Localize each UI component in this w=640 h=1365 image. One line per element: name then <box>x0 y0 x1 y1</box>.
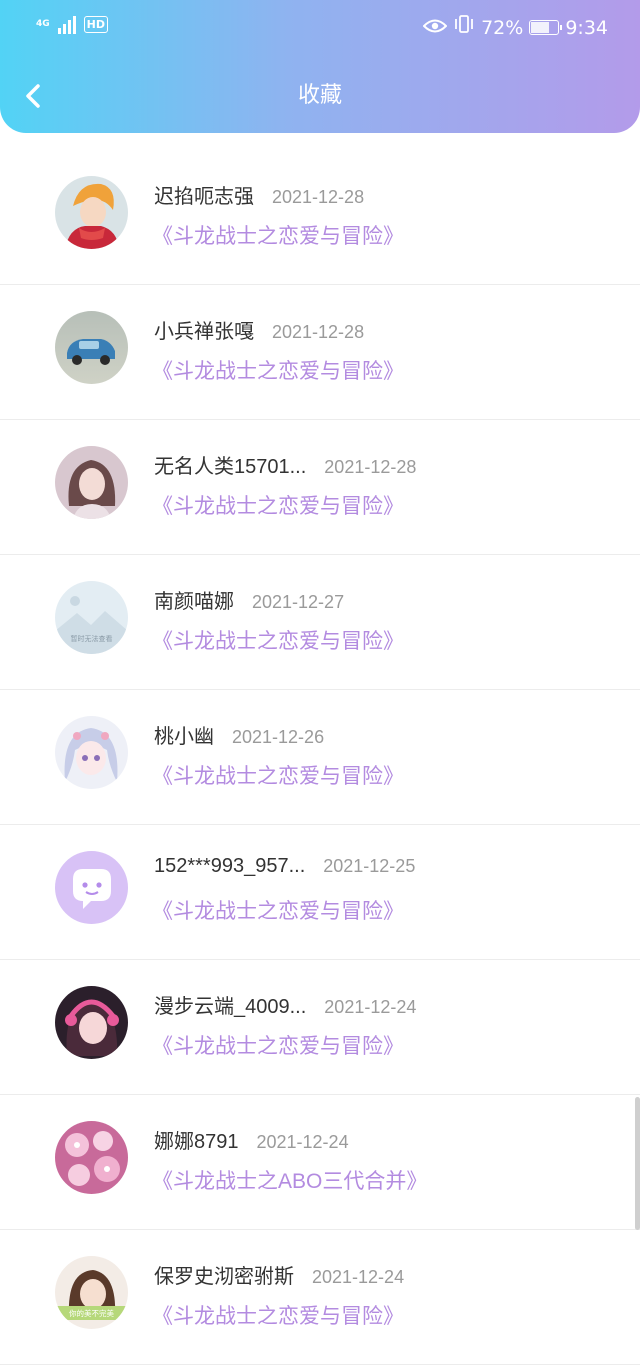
user-name[interactable]: 迟掐呃志强 <box>154 180 254 209</box>
headphone-girl-avatar-icon <box>55 986 128 1059</box>
list-item[interactable]: 桃小幽 2021-12-26 《斗龙战士之恋爱与冒险》 <box>0 690 640 825</box>
toy-car-avatar-icon <box>55 311 128 384</box>
scrollbar[interactable] <box>635 1097 640 1230</box>
list-item[interactable]: 娜娜8791 2021-12-24 《斗龙战士之ABO三代合并》 <box>0 1095 640 1230</box>
user-name[interactable]: 152***993_957... <box>154 855 305 878</box>
default-chat-avatar-icon <box>55 851 128 924</box>
item-meta: 迟掐呃志强 2021-12-28 <box>154 180 364 209</box>
network-type: 4G <box>36 19 50 29</box>
user-avatar[interactable] <box>55 311 128 384</box>
user-avatar[interactable] <box>55 176 128 249</box>
user-avatar[interactable] <box>55 986 128 1059</box>
list-item[interactable]: 迟掐呃志强 2021-12-28 《斗龙战士之恋爱与冒险》 <box>0 150 640 285</box>
user-name[interactable]: 保罗史沏密驸斯 <box>154 1260 294 1289</box>
item-meta: 152***993_957... 2021-12-25 <box>154 855 415 878</box>
placeholder-avatar-icon: 暂时无法查看 <box>55 581 128 654</box>
battery-percent: 72% <box>481 16 524 39</box>
item-date: 2021-12-26 <box>232 727 325 747</box>
avatar-caption: 你的美不完美 <box>69 1308 114 1318</box>
user-name[interactable]: 桃小幽 <box>154 720 214 749</box>
book-title[interactable]: 《斗龙战士之恋爱与冒险》 <box>152 625 404 655</box>
status-bar: 4G HD 72% 9:34 <box>0 0 640 54</box>
user-name[interactable]: 小兵禅张嘎 <box>154 315 254 344</box>
book-title[interactable]: 《斗龙战士之恋爱与冒险》 <box>152 355 404 385</box>
item-date: 2021-12-25 <box>323 856 416 876</box>
user-name[interactable]: 娜娜8791 <box>154 1125 239 1154</box>
placeholder-text: 暂时无法查看 <box>71 634 113 643</box>
list-item[interactable]: 无名人类15701... 2021-12-28 《斗龙战士之恋爱与冒险》 <box>0 420 640 555</box>
clock: 9:34 <box>565 16 608 39</box>
list-item[interactable]: 暂时无法查看 南颜喵娜 2021-12-27 《斗龙战士之恋爱与冒险》 <box>0 555 640 690</box>
page-title: 收藏 <box>297 83 342 108</box>
item-meta: 保罗史沏密驸斯 2021-12-24 <box>154 1260 404 1289</box>
book-title[interactable]: 《斗龙战士之ABO三代合并》 <box>152 1165 427 1195</box>
user-avatar[interactable] <box>55 716 128 789</box>
list-item[interactable]: 漫步云端_4009... 2021-12-24 《斗龙战士之恋爱与冒险》 <box>0 960 640 1095</box>
item-meta: 漫步云端_4009... 2021-12-24 <box>154 990 416 1019</box>
user-avatar[interactable] <box>55 446 128 519</box>
status-left: 4G HD <box>36 14 108 34</box>
header: 4G HD 72% 9:34 收藏 <box>0 0 640 133</box>
user-avatar[interactable]: 暂时无法查看 <box>55 581 128 654</box>
user-avatar[interactable]: 你的美不完美 <box>55 1256 128 1329</box>
pink-flowers-avatar-icon <box>55 1121 128 1194</box>
item-date: 2021-12-24 <box>256 1132 349 1152</box>
girl-card-avatar-icon: 你的美不完美 <box>55 1256 128 1329</box>
item-date: 2021-12-28 <box>324 457 417 477</box>
battery-icon <box>529 20 563 35</box>
list-item[interactable]: 152***993_957... 2021-12-25 《斗龙战士之恋爱与冒险》 <box>0 825 640 960</box>
book-title[interactable]: 《斗龙战士之恋爱与冒险》 <box>152 1300 404 1330</box>
hd-badge: HD <box>83 15 108 33</box>
user-avatar[interactable] <box>55 851 128 924</box>
user-name[interactable]: 无名人类15701... <box>154 450 306 479</box>
item-meta: 小兵禅张嘎 2021-12-28 <box>154 315 364 344</box>
book-title[interactable]: 《斗龙战士之恋爱与冒险》 <box>152 760 404 790</box>
item-date: 2021-12-27 <box>252 592 345 612</box>
signal-icon <box>57 14 76 34</box>
list-item[interactable]: 小兵禅张嘎 2021-12-28 《斗龙战士之恋爱与冒险》 <box>0 285 640 420</box>
favorites-list: 迟掐呃志强 2021-12-28 《斗龙战士之恋爱与冒险》 小兵禅张嘎 2021… <box>0 150 640 1365</box>
list-item[interactable]: 你的美不完美 保罗史沏密驸斯 2021-12-24 《斗龙战士之恋爱与冒险》 <box>0 1230 640 1365</box>
user-name[interactable]: 漫步云端_4009... <box>154 990 306 1019</box>
anime-girl-avatar-icon <box>55 716 128 789</box>
item-meta: 南颜喵娜 2021-12-27 <box>154 585 344 614</box>
book-title[interactable]: 《斗龙战士之恋爱与冒险》 <box>152 220 404 250</box>
book-title[interactable]: 《斗龙战士之恋爱与冒险》 <box>152 895 404 925</box>
item-meta: 桃小幽 2021-12-26 <box>154 720 324 749</box>
girl-photo-avatar-icon <box>55 446 128 519</box>
anime-boy-avatar-icon <box>55 176 128 249</box>
item-meta: 无名人类15701... 2021-12-28 <box>154 450 416 479</box>
status-right: 72% 9:34 <box>422 14 608 41</box>
user-name[interactable]: 南颜喵娜 <box>154 585 234 614</box>
user-avatar[interactable] <box>55 1121 128 1194</box>
item-meta: 娜娜8791 2021-12-24 <box>154 1125 349 1154</box>
item-date: 2021-12-28 <box>272 322 365 342</box>
item-date: 2021-12-28 <box>272 187 365 207</box>
book-title[interactable]: 《斗龙战士之恋爱与冒险》 <box>152 1030 404 1060</box>
item-date: 2021-12-24 <box>324 997 417 1017</box>
vibrate-icon <box>453 14 475 41</box>
book-title[interactable]: 《斗龙战士之恋爱与冒险》 <box>152 490 404 520</box>
eye-icon <box>422 15 448 41</box>
item-date: 2021-12-24 <box>312 1267 405 1287</box>
